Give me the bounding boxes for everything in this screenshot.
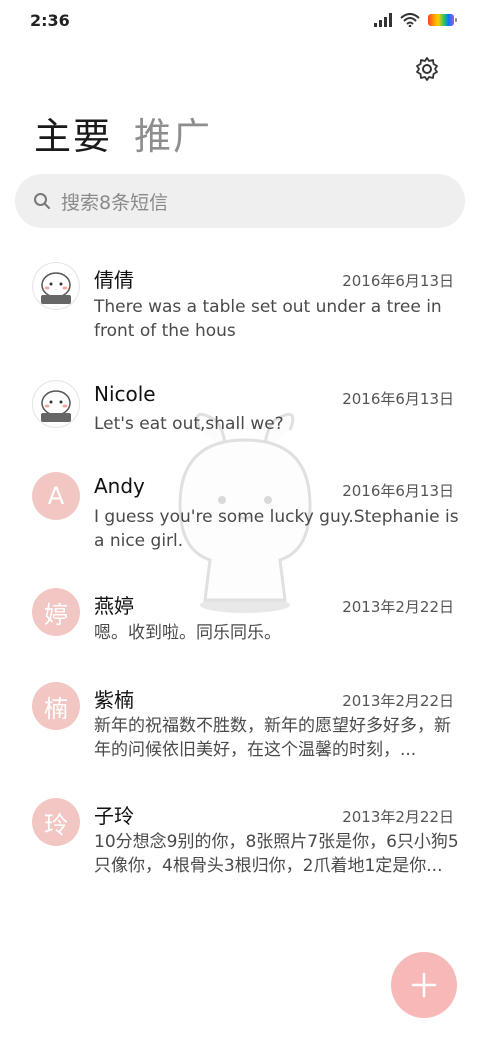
message-preview: 嗯。收到啦。同乐同乐。 [94,623,281,643]
contact-avatar: A [32,472,80,520]
message-date: 2013年2月22日 [342,808,454,826]
contact-name: 倩倩 [94,268,134,292]
battery-icon [428,14,457,26]
settings-button[interactable] [410,52,444,86]
tab-bar: 主要 推广 [34,106,212,160]
status-time: 2:36 [30,10,70,30]
message-date: 2013年2月22日 [342,598,454,616]
conversation-item[interactable]: A Andy 2016年6月13日 I guess you're some lu… [0,468,480,568]
contact-name: Nicole [94,382,156,406]
contact-name: 燕婷 [94,594,134,618]
gear-icon [416,57,438,81]
tab-promotions[interactable]: 推广 [134,106,212,160]
search-placeholder: 搜索8条短信 [61,191,169,214]
contact-avatar [32,262,80,310]
search-input[interactable]: 搜索8条短信 [15,174,465,228]
message-preview: 10分想念9别的你，8张照片7张是你，6只小狗5只像你，4根骨头3根归你，2爪着… [94,832,459,876]
conversation-item[interactable]: 玲 子玲 2013年2月22日 10分想念9别的你，8张照片7张是你，6只小狗5… [0,794,480,894]
contact-avatar [32,380,80,428]
message-preview: There was a table set out under a tree i… [94,297,442,341]
status-bar: 2:36 [0,0,480,40]
message-preview: Let's eat out,shall we? [94,414,284,434]
status-icons [374,13,457,27]
contact-avatar: 婷 [32,588,80,636]
message-date: 2016年6月13日 [342,390,454,408]
wifi-icon [400,13,420,27]
new-message-button[interactable] [391,952,457,1018]
signal-icon [374,13,392,27]
tab-primary[interactable]: 主要 [34,106,112,160]
message-date: 2016年6月13日 [342,272,454,290]
message-preview: 新年的祝福数不胜数，新年的愿望好多好多，新年的问候依旧美好，在这个温馨的时刻，.… [94,716,451,760]
message-date: 2013年2月22日 [342,692,454,710]
search-icon [34,193,50,209]
conversation-item[interactable]: 婷 燕婷 2013年2月22日 嗯。收到啦。同乐同乐。 [0,584,480,664]
conversation-item[interactable]: 楠 紫楠 2013年2月22日 新年的祝福数不胜数，新年的愿望好多好多，新年的问… [0,678,480,778]
contact-avatar: 楠 [32,682,80,730]
message-preview: I guess you're some lucky guy.Stephanie … [94,507,459,551]
plus-icon [411,972,437,998]
conversation-item[interactable]: Nicole 2016年6月13日 Let's eat out,shall we… [0,374,480,454]
cartoon-avatar-image [41,272,71,304]
contact-name: 子玲 [94,804,134,828]
contact-name: 紫楠 [94,688,134,712]
message-date: 2016年6月13日 [342,482,454,500]
conversation-item[interactable]: 倩倩 2016年6月13日 There was a table set out … [0,256,480,356]
contact-avatar: 玲 [32,798,80,846]
cartoon-avatar-image [41,390,71,422]
contact-name: Andy [94,474,145,498]
